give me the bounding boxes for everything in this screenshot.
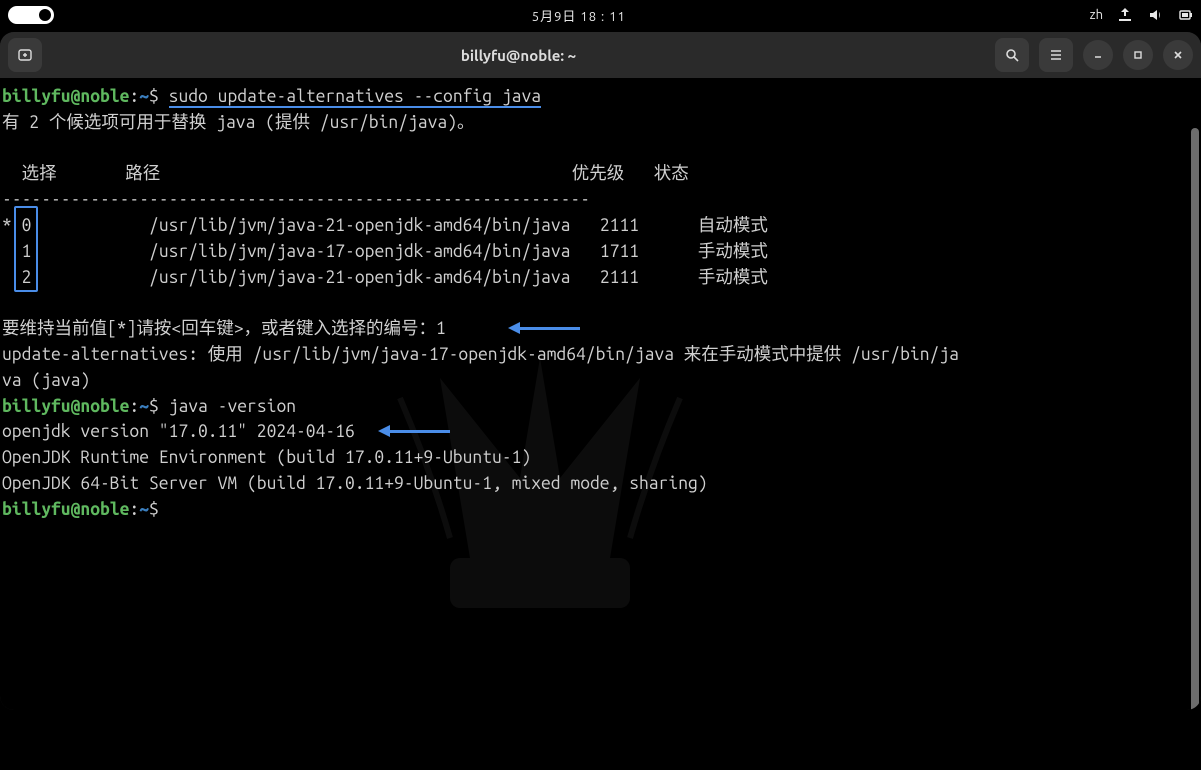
maximize-button[interactable] bbox=[1123, 40, 1153, 70]
input-prompt-line: 要维持当前值[*]请按<回车键>，或者键入选择的编号：1 bbox=[2, 319, 446, 338]
annotation-arrow-version bbox=[378, 425, 450, 437]
prompt-dollar: $ bbox=[149, 87, 169, 106]
terminal-viewport[interactable]: billyfu@noble:~$ sudo update-alternative… bbox=[0, 78, 1201, 710]
volume-icon[interactable] bbox=[1147, 7, 1163, 23]
output-line: va (java) bbox=[2, 371, 90, 390]
alt-table-header: 选择 路径 优先级 状态 bbox=[2, 164, 689, 183]
terminal-content: billyfu@noble:~$ sudo update-alternative… bbox=[0, 84, 1197, 523]
activities-pill[interactable] bbox=[8, 6, 68, 24]
output-line: update-alternatives: 使用 /usr/lib/jvm/jav… bbox=[2, 345, 959, 364]
prompt-path: ~ bbox=[139, 397, 149, 416]
minimize-button[interactable] bbox=[1083, 40, 1113, 70]
prompt-path: ~ bbox=[139, 87, 149, 106]
input-method-indicator[interactable]: zh bbox=[1090, 8, 1103, 22]
annotation-selection-box bbox=[14, 206, 38, 292]
clock[interactable]: 5月9日 18 : 11 bbox=[68, 6, 1090, 25]
terminal-window: billyfu@noble: ~ bil bbox=[0, 32, 1201, 710]
command-2: java -version bbox=[169, 397, 296, 416]
version-line-1: openjdk version "17.0.11" 2024-04-16 bbox=[2, 422, 355, 441]
version-line-2: OpenJDK Runtime Environment (build 17.0.… bbox=[2, 448, 531, 467]
alt-row-1: 1 /usr/lib/jvm/java-17-openjdk-amd64/bin… bbox=[2, 242, 768, 261]
terminal-scrollbar[interactable] bbox=[1191, 128, 1199, 710]
window-titlebar: billyfu@noble: ~ bbox=[0, 32, 1201, 78]
alt-row-0: * 0 /usr/lib/jvm/java-21-openjdk-amd64/b… bbox=[2, 216, 768, 235]
prompt-user: billyfu@noble bbox=[2, 500, 129, 519]
prompt-user: billyfu@noble bbox=[2, 87, 129, 106]
close-button[interactable] bbox=[1163, 40, 1193, 70]
output-line: 有 2 个候选项可用于替换 java (提供 /usr/bin/java)。 bbox=[2, 113, 475, 132]
network-icon[interactable] bbox=[1117, 7, 1133, 23]
prompt-user: billyfu@noble bbox=[2, 397, 129, 416]
window-title: billyfu@noble: ~ bbox=[42, 47, 995, 64]
prompt-colon: : bbox=[129, 87, 139, 106]
alt-table-dashes: ----------------------------------------… bbox=[2, 190, 590, 209]
user-input-1: 1 bbox=[436, 319, 446, 338]
command-1: sudo update-alternatives --config java bbox=[169, 87, 541, 108]
version-line-3: OpenJDK 64-Bit Server VM (build 17.0.11+… bbox=[2, 474, 708, 493]
menu-button[interactable] bbox=[1039, 38, 1073, 72]
search-button[interactable] bbox=[995, 38, 1029, 72]
annotation-arrow-input bbox=[508, 322, 580, 334]
battery-icon[interactable] bbox=[1177, 7, 1193, 23]
new-tab-button[interactable] bbox=[8, 38, 42, 72]
prompt-path: ~ bbox=[139, 500, 149, 519]
alt-row-2: 2 /usr/lib/jvm/java-21-openjdk-amd64/bin… bbox=[2, 268, 768, 287]
system-topbar: 5月9日 18 : 11 zh bbox=[0, 0, 1201, 30]
